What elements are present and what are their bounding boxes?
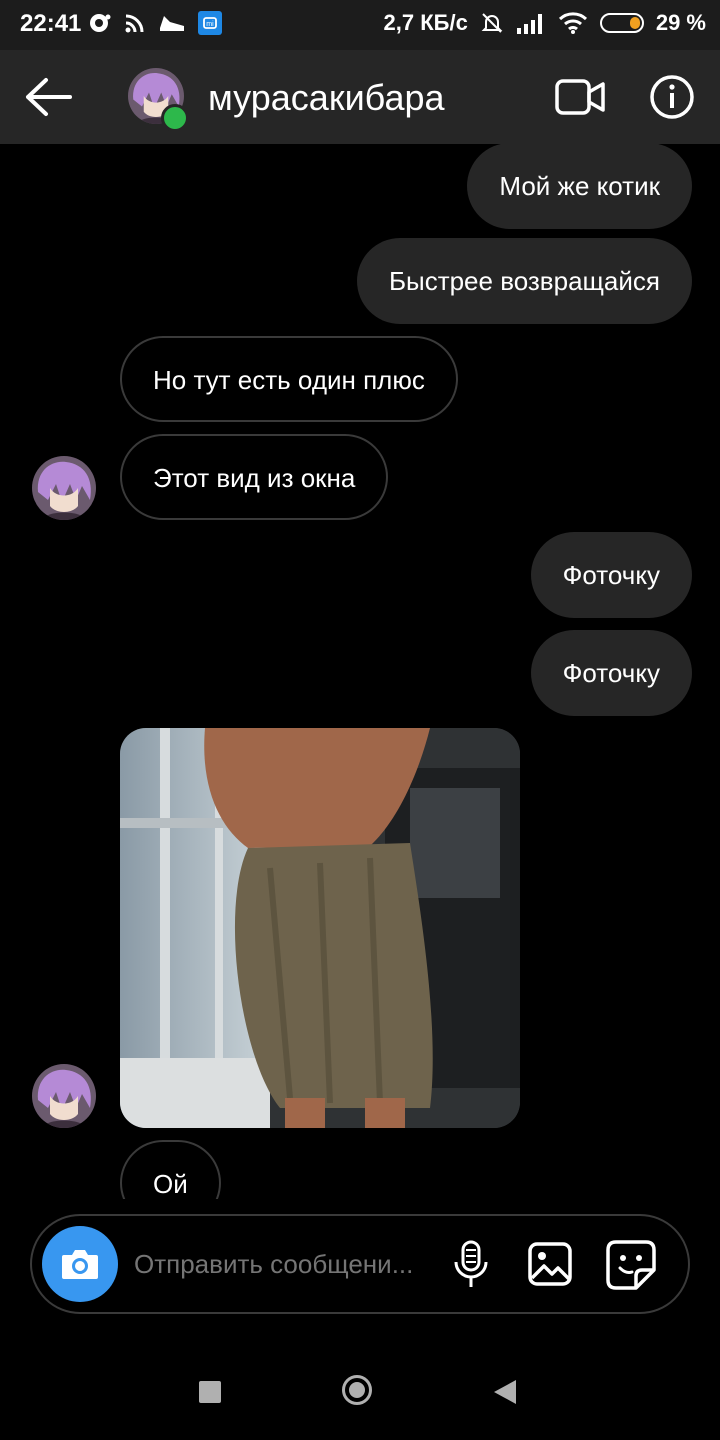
signal-icon xyxy=(516,14,542,34)
battery-percent: 29 % xyxy=(655,10,706,35)
notification-dot-icon xyxy=(90,14,111,32)
status-bar: 22:41 mi 2,7 КБ/с 29 % xyxy=(0,0,720,50)
message-text: Фоточку xyxy=(562,560,660,590)
message-composer xyxy=(30,1214,690,1314)
recent-apps-icon[interactable] xyxy=(199,1381,221,1403)
home-icon[interactable] xyxy=(342,1375,372,1405)
chat-header: мурасакибара xyxy=(0,50,720,144)
message-text: Фоточку xyxy=(562,658,660,688)
back-arrow-icon[interactable] xyxy=(22,72,74,122)
microphone-icon[interactable] xyxy=(452,1240,490,1290)
gallery-icon[interactable] xyxy=(528,1242,572,1286)
message-text: Ой xyxy=(153,1169,188,1199)
message-text: Но тут есть один плюс xyxy=(153,365,425,395)
battery-fill xyxy=(629,17,640,29)
message-bubble-outgoing[interactable]: Быстрее возвращайся xyxy=(356,238,692,324)
network-speed: 2,7 КБ/с xyxy=(383,10,468,35)
camera-button[interactable] xyxy=(42,1226,118,1302)
cast-icon xyxy=(125,14,144,33)
status-time: 22:41 xyxy=(20,10,82,37)
photo-message[interactable] xyxy=(120,728,520,1128)
message-text: Этот вид из окна xyxy=(153,463,356,493)
battery-icon xyxy=(599,13,644,33)
info-icon[interactable] xyxy=(649,74,695,120)
message-text: Мой же котик xyxy=(499,171,660,201)
wifi-icon xyxy=(558,12,587,34)
status-right-group: 2,7 КБ/с 29 % xyxy=(384,10,706,36)
message-bubble-outgoing[interactable]: Мой же котик xyxy=(467,144,692,229)
sticker-icon[interactable] xyxy=(606,1240,656,1290)
system-nav-bar xyxy=(0,1340,720,1440)
sender-avatar[interactable] xyxy=(32,1064,96,1128)
message-bubble-outgoing[interactable]: Фоточку xyxy=(530,630,692,716)
message-bubble-incoming[interactable]: Этот вид из окна xyxy=(120,434,389,520)
message-input[interactable] xyxy=(134,1249,434,1280)
online-status-dot xyxy=(161,104,189,132)
message-bubble-outgoing[interactable]: Фоточку xyxy=(530,532,692,618)
xiaomi-app-icon: mi xyxy=(198,11,222,35)
message-text: Быстрее возвращайся xyxy=(388,266,660,296)
message-bubble-incoming[interactable]: Ой xyxy=(120,1140,221,1199)
mute-bell-icon xyxy=(481,13,503,33)
back-icon[interactable] xyxy=(494,1380,516,1404)
message-list[interactable]: Мой же котик Быстрее возвращайся Но тут … xyxy=(0,144,720,1199)
camera-icon xyxy=(62,1250,98,1279)
contact-name[interactable]: мурасакибара xyxy=(208,77,445,119)
status-notification-icons: mi xyxy=(88,11,222,35)
svg-text:mi: mi xyxy=(206,21,214,28)
video-call-icon[interactable] xyxy=(554,74,606,120)
sender-avatar[interactable] xyxy=(32,456,96,520)
sneaker-icon xyxy=(160,16,184,31)
message-bubble-incoming[interactable]: Но тут есть один плюс xyxy=(120,336,458,422)
